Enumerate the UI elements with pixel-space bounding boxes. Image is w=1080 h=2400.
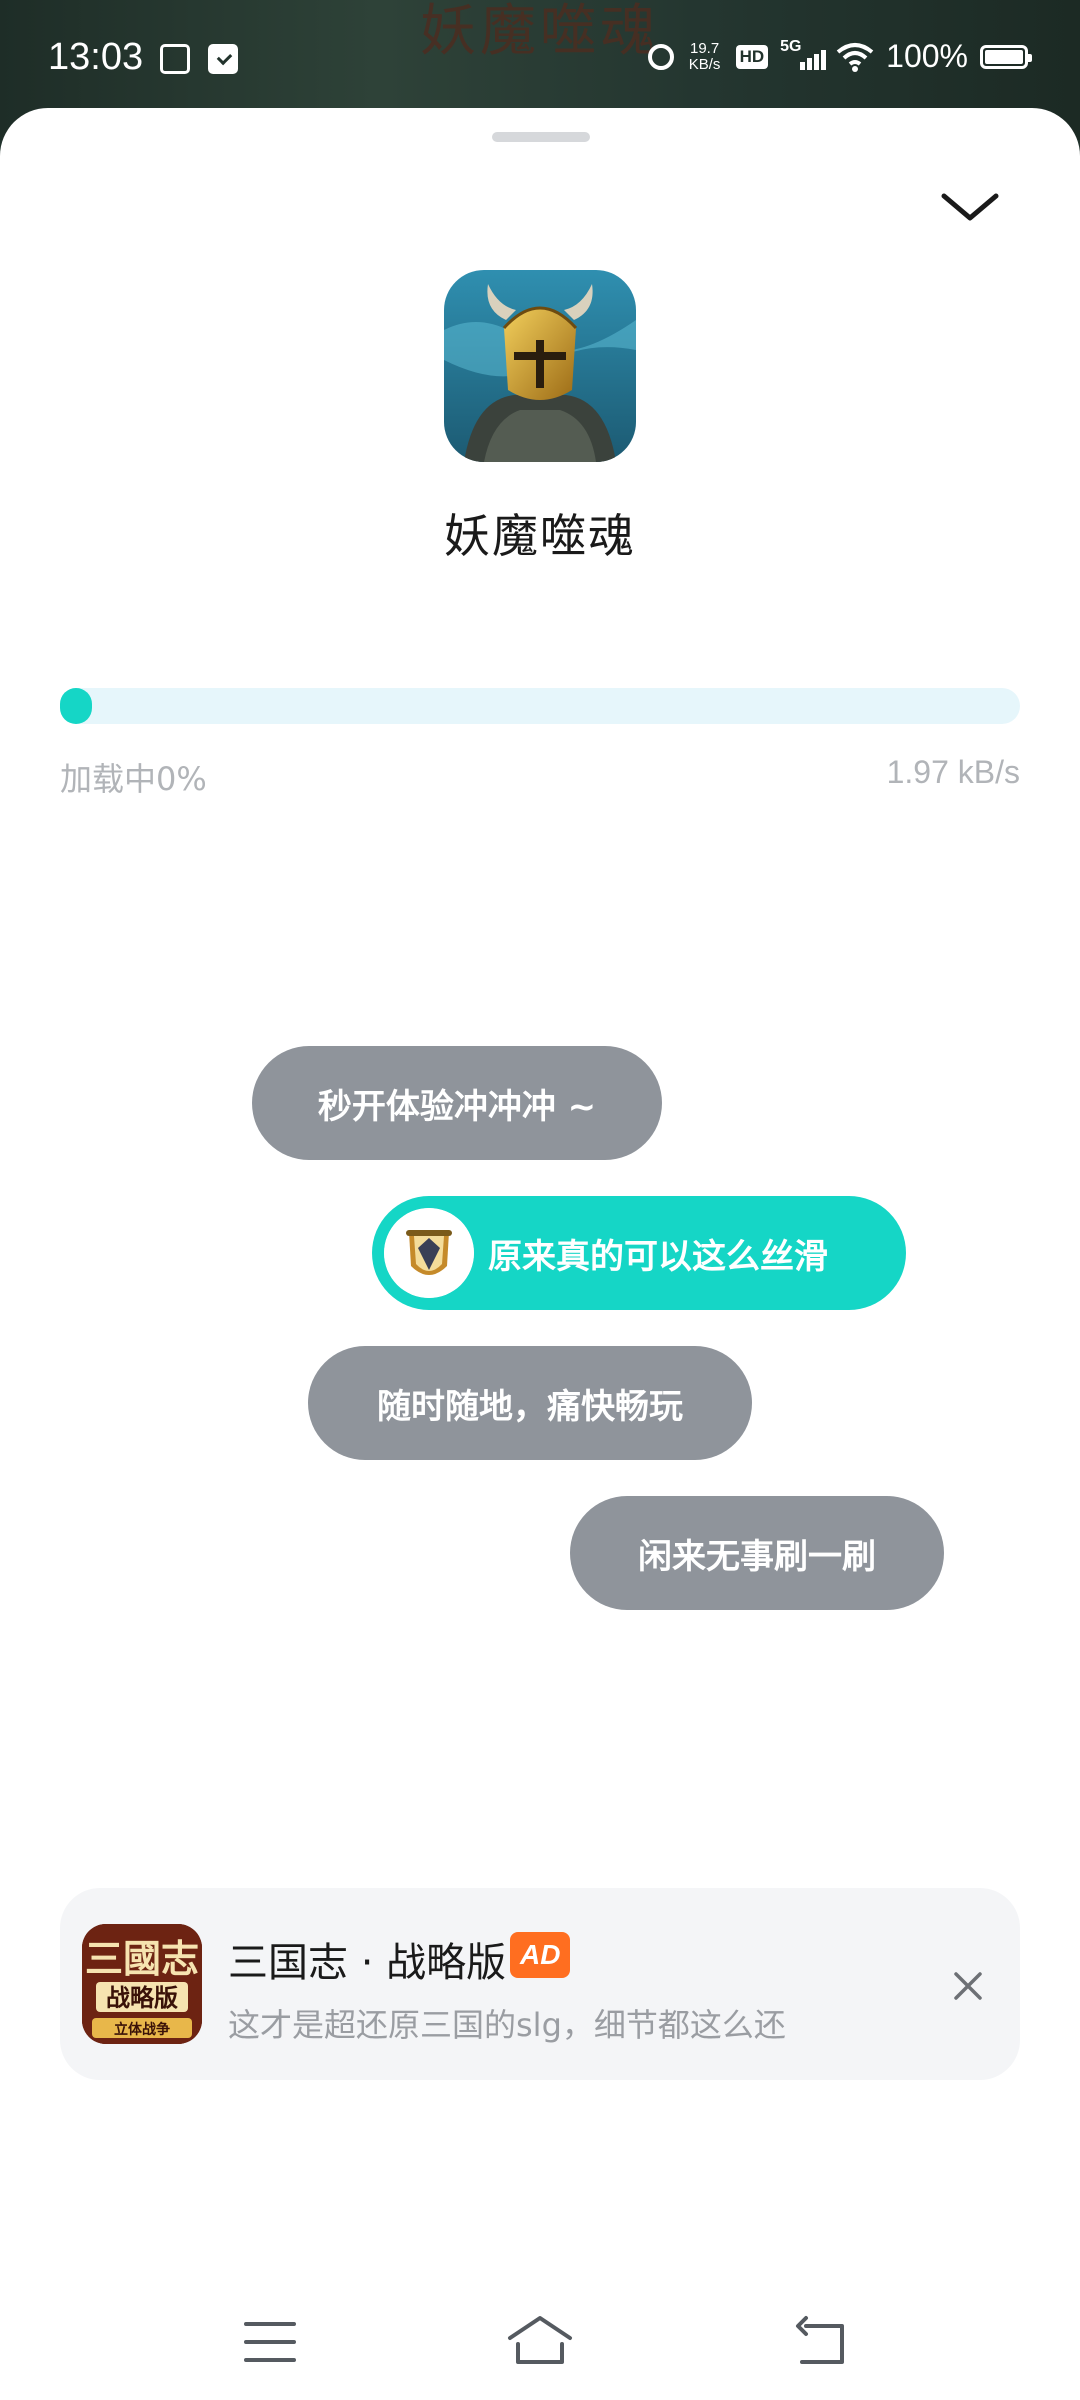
collapse-button[interactable] <box>930 168 1010 248</box>
home-icon <box>508 2316 572 2364</box>
status-right-group: 19.7 KB/s HD 5G 100% <box>647 37 1032 75</box>
ad-title: 三国志 · 战略版 <box>228 1940 507 1986</box>
ad-description: 这才是超还原三国的slg，细节都这么还 <box>228 2006 786 2044</box>
signal-bar <box>807 57 813 70</box>
download-speed: 1.97 kB/s <box>886 754 1020 790</box>
app-name: 妖魔噬魂 <box>444 509 636 563</box>
sanguozhi-logo-icon: 三國志 战略版 立体战争 <box>82 1924 202 2044</box>
signal-icon: 5G <box>780 37 827 74</box>
ad-close-button[interactable] <box>948 1966 988 2006</box>
ad-card[interactable]: 三國志 战略版 立体战争 三国志 · 战略版 AD 这才是超还原三国的slg，细… <box>60 1888 1020 2080</box>
drag-handle[interactable] <box>492 132 590 142</box>
loading-progress-fill <box>60 688 92 724</box>
ad-icon-title: 三國志 <box>85 1936 199 1981</box>
battery-percentage: 100% <box>886 38 968 74</box>
gallery-notification-icon <box>160 44 190 74</box>
chat-bubble-text: 随时随地，痛快畅玩 <box>377 1386 683 1427</box>
network-speed: 19.7 KB/s <box>686 39 724 73</box>
chat-bubble-text: 秒开体验冲冲冲 ~ <box>317 1086 597 1127</box>
chat-bubble: 随时随地，痛快畅玩 <box>308 1346 752 1460</box>
ad-badge: AD <box>510 1932 571 1978</box>
chat-bubble: 原来真的可以这么丝滑 <box>372 1196 906 1310</box>
signal-bar <box>821 49 827 70</box>
signal-bar <box>814 53 820 70</box>
home-button[interactable] <box>500 2302 580 2382</box>
chat-bubble-text: 闲来无事刷一刷 <box>638 1536 876 1577</box>
task-notification-icon <box>208 44 238 74</box>
back-button[interactable] <box>782 2302 862 2382</box>
ad-app-icon: 三國志 战略版 立体战争 <box>82 1924 202 2044</box>
menu-icon <box>244 2322 296 2362</box>
chat-bubble-text: 原来真的可以这么丝滑 <box>488 1236 828 1277</box>
close-icon <box>954 1972 982 2000</box>
network-speed-unit: KB/s <box>688 55 721 73</box>
signal-bar <box>800 61 806 70</box>
alarm-icon <box>647 43 674 70</box>
network-type-label: 5G <box>780 37 802 55</box>
chat-bubble: 秒开体验冲冲冲 ~ <box>252 1046 662 1160</box>
status-time: 13:03 <box>48 36 144 78</box>
crest-icon <box>384 1208 474 1298</box>
loading-progress-track <box>60 688 1020 724</box>
battery-icon <box>980 44 1032 69</box>
app-icon <box>444 270 636 462</box>
back-icon <box>796 2316 844 2364</box>
ad-icon-subtitle: 战略版 <box>106 1983 178 2012</box>
ad-icon-footer: 立体战争 <box>114 2021 170 2038</box>
hd-indicator: HD <box>735 44 769 69</box>
chevron-down-icon <box>941 193 999 221</box>
battery-fill <box>985 49 1023 64</box>
navigation-bar <box>0 2280 1080 2400</box>
crest-avatar <box>384 1208 474 1298</box>
status-bar: 13:03 19.7 KB/s HD 5G 100% <box>0 0 1080 120</box>
chat-bubble: 闲来无事刷一刷 <box>570 1496 944 1610</box>
helmet-warrior-icon <box>444 270 636 462</box>
recent-apps-button[interactable] <box>230 2302 310 2382</box>
network-speed-value: 19.7 <box>689 39 720 57</box>
loading-progress-label: 加载中0% <box>60 760 207 798</box>
wifi-icon <box>836 42 874 72</box>
